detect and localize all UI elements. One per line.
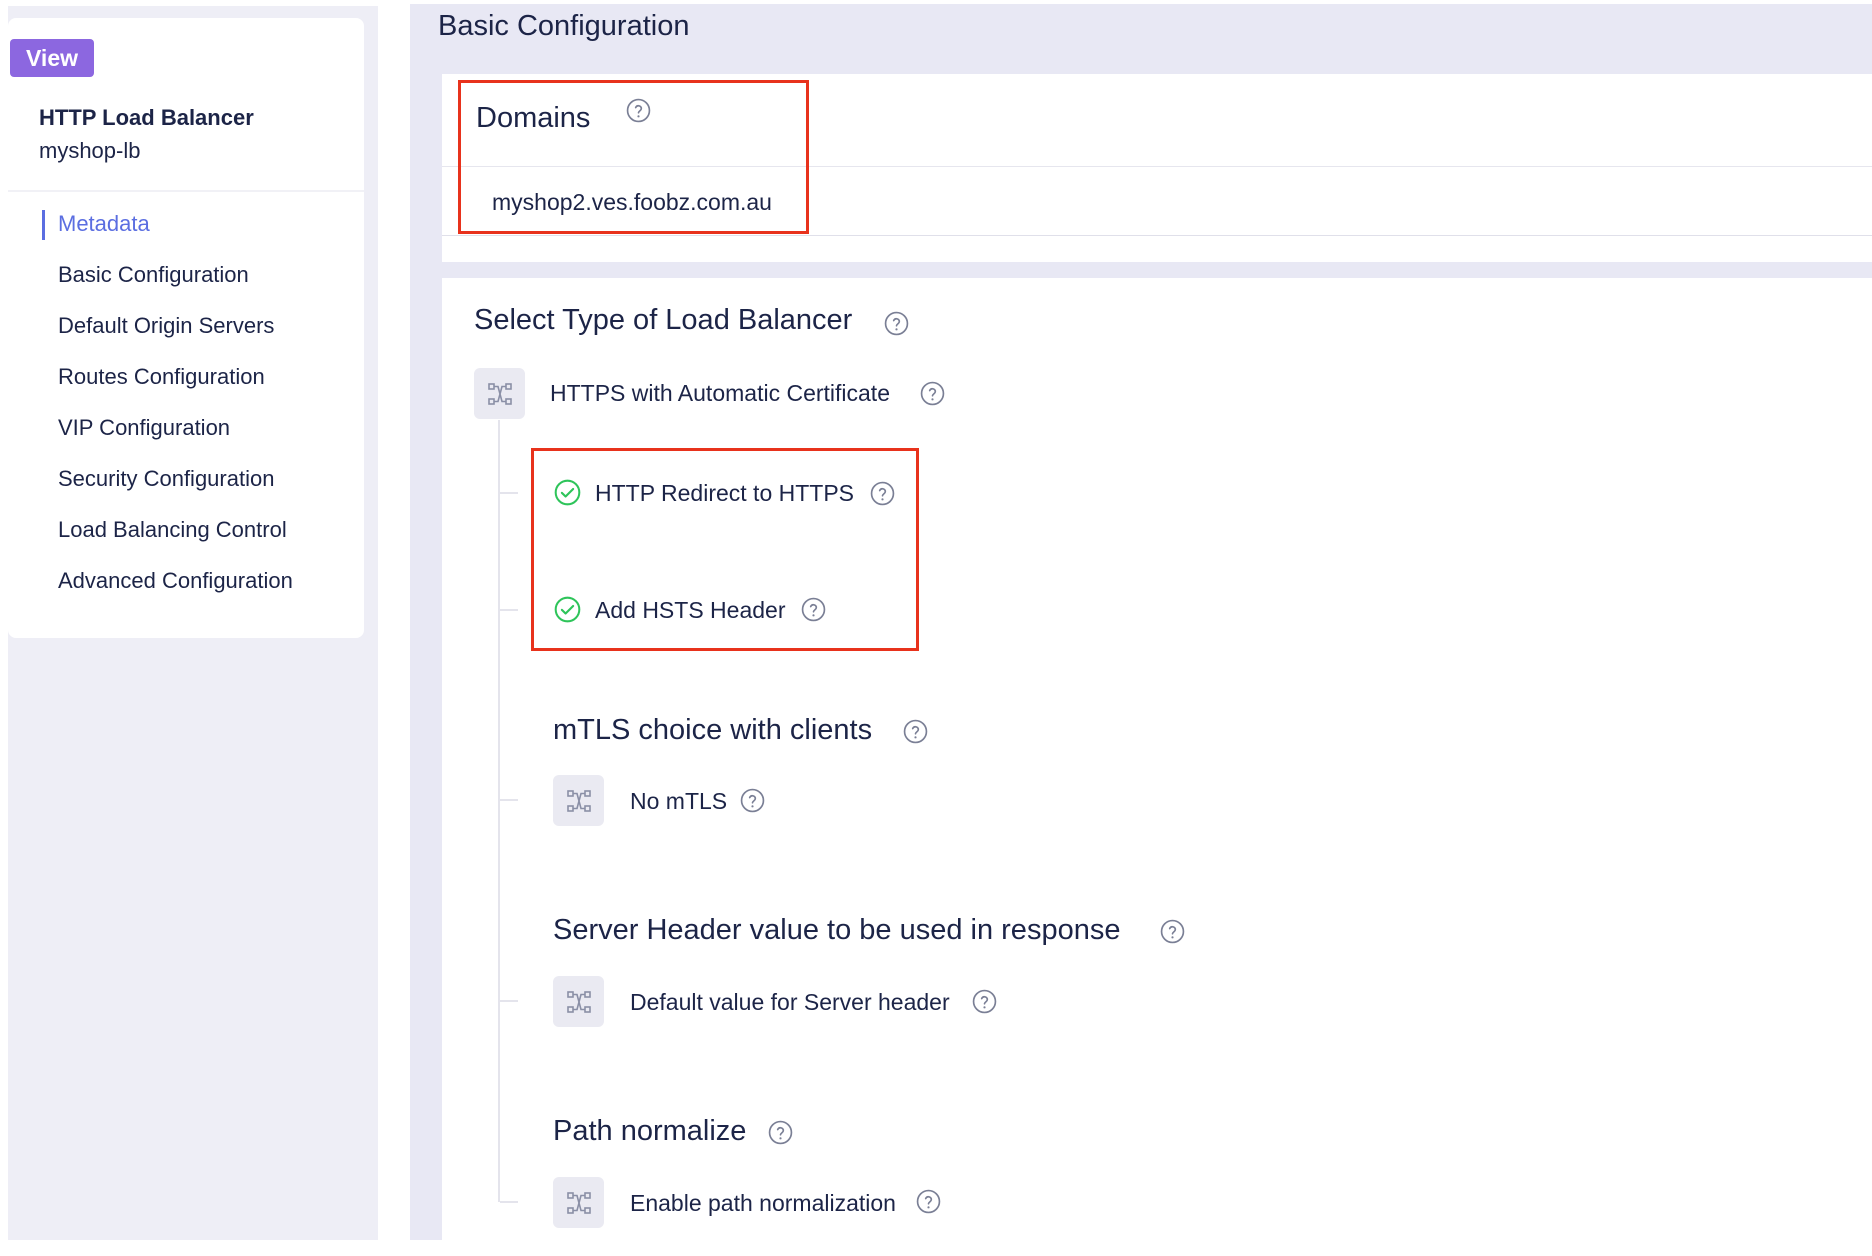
check-circle-icon [554,479,581,506]
path-normalize-choice: Enable path normalization [630,1190,896,1216]
mtls-choice: No mTLS [630,788,728,814]
question-circle-icon[interactable] [1160,919,1185,944]
tree-branch [500,609,518,611]
section-nav: Metadata Basic Configuration Default Ori… [42,206,352,614]
object-name-label: myshop-lb [39,138,141,163]
question-circle-icon[interactable] [870,481,895,506]
nav-item-basic-configuration[interactable]: Basic Configuration [42,257,352,308]
tree-branch [500,799,518,801]
server-header-choice: Default value for Server header [630,989,950,1015]
domain-value: myshop2.ves.foobz.com.au [492,189,772,215]
mtls-label: mTLS choice with clients [553,714,873,746]
tree-branch [500,1201,518,1203]
question-circle-icon[interactable] [884,311,909,336]
nav-item-security-configuration[interactable]: Security Configuration [42,461,352,512]
nav-item-default-origin-servers[interactable]: Default Origin Servers [42,308,352,359]
server-header-label: Server Header value to be used in respon… [553,914,1121,946]
nav-item-metadata[interactable]: Metadata [42,206,352,257]
domains-card-divider [442,166,1872,167]
option-hsts-header: Add HSTS Header [595,597,786,623]
branch-icon[interactable] [553,1177,604,1228]
tree-line [498,420,500,1202]
question-circle-icon[interactable] [972,989,997,1014]
question-circle-icon[interactable] [916,1189,941,1214]
load-balancer-type-card [442,278,1872,1240]
question-circle-icon[interactable] [801,597,826,622]
question-circle-icon[interactable] [903,719,928,744]
domains-card-bottom-border [442,235,1872,236]
lb-type-label: Select Type of Load Balancer [474,304,853,336]
branch-icon[interactable] [553,775,604,826]
tree-branch [500,492,518,494]
branch-icon[interactable] [553,976,604,1027]
path-normalize-label: Path normalize [553,1115,747,1147]
question-circle-icon[interactable] [626,98,651,123]
nav-item-routes-configuration[interactable]: Routes Configuration [42,359,352,410]
panel-gap [378,0,410,1256]
check-circle-icon [554,596,581,623]
domains-label: Domains [476,102,591,134]
nav-item-vip-configuration[interactable]: VIP Configuration [42,410,352,461]
section-title: Basic Configuration [438,10,690,42]
nav-item-load-balancing-control[interactable]: Load Balancing Control [42,512,352,563]
view-mode-badge: View [10,39,94,77]
tree-branch [500,1000,518,1002]
object-type-label: HTTP Load Balancer [39,105,254,130]
sidebar-divider [8,190,364,192]
domains-card [442,74,1872,262]
lb-type-choice: HTTPS with Automatic Certificate [550,380,890,406]
nav-item-advanced-configuration[interactable]: Advanced Configuration [42,563,352,614]
question-circle-icon[interactable] [920,381,945,406]
option-http-redirect: HTTP Redirect to HTTPS [595,480,855,506]
branch-icon[interactable] [474,368,525,419]
question-circle-icon[interactable] [740,788,765,813]
question-circle-icon[interactable] [768,1120,793,1145]
